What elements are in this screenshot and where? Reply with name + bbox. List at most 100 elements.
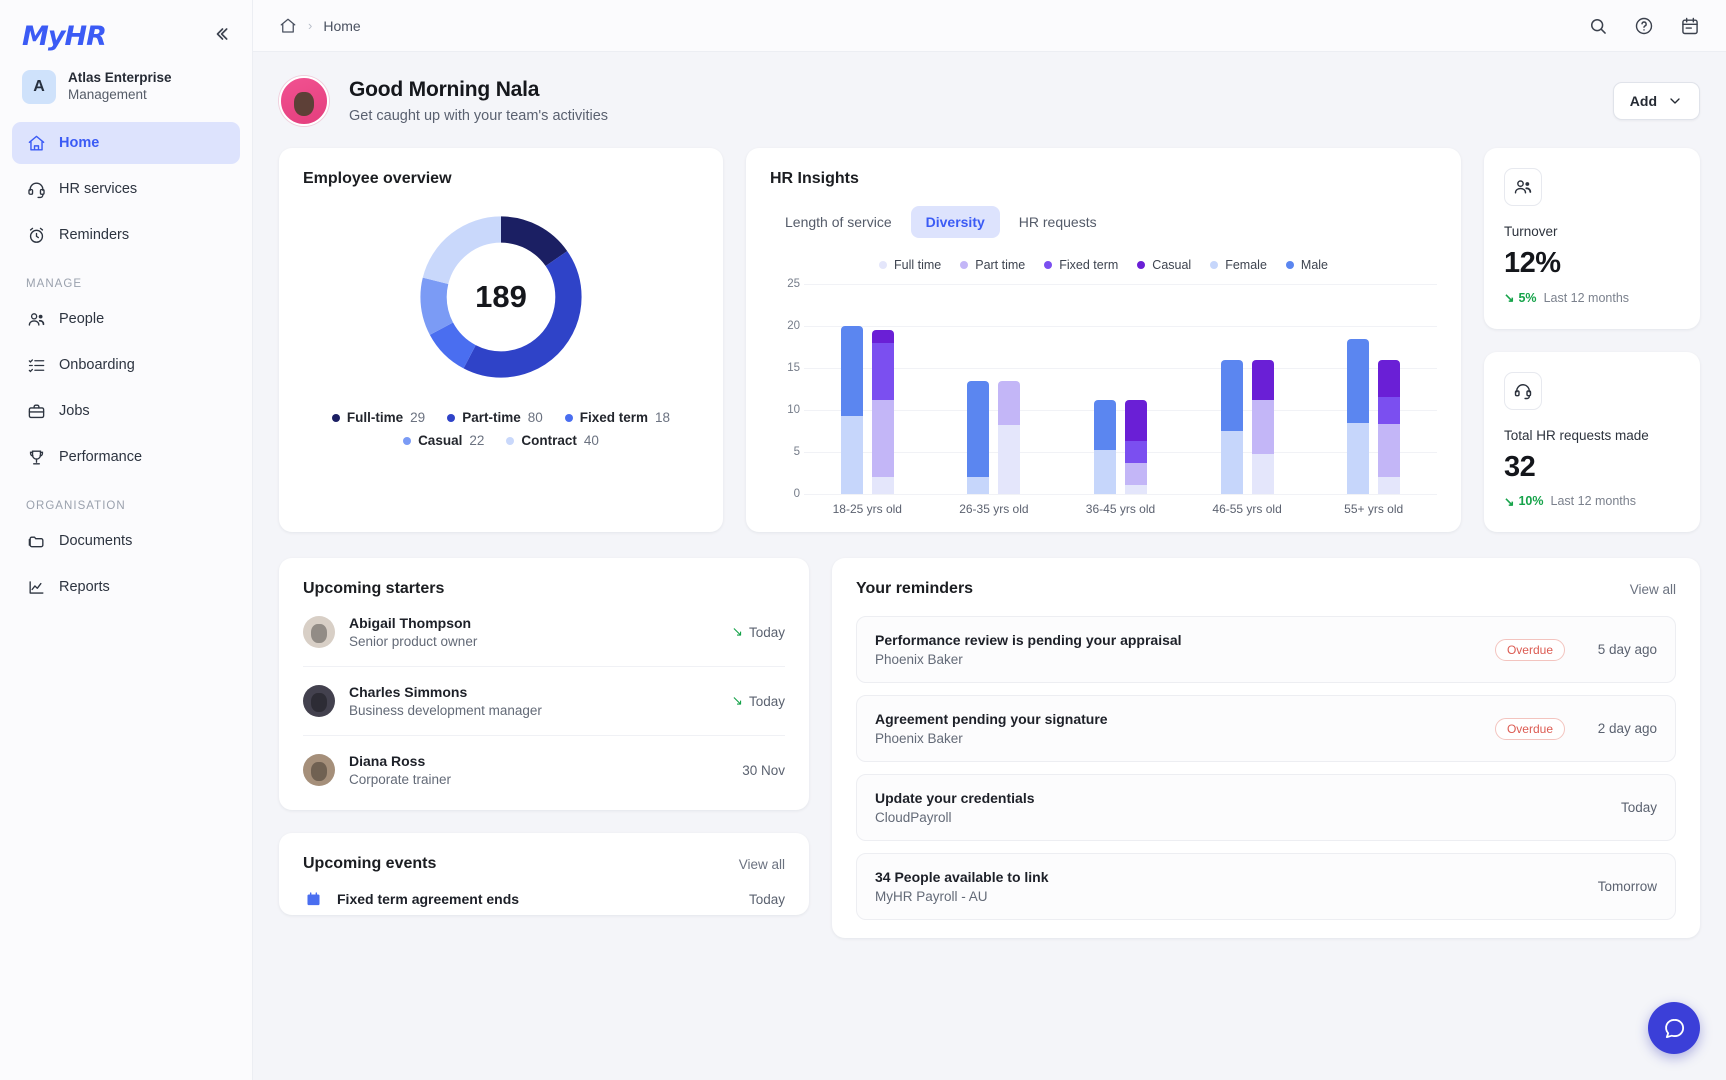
kpi-period: Last 12 months	[1551, 494, 1636, 508]
bar[interactable]	[841, 326, 863, 494]
arrow-down-right-icon: ↘	[732, 624, 743, 640]
headset-icon	[26, 179, 46, 199]
reminder-text: 34 People available to linkMyHR Payroll …	[875, 869, 1049, 904]
reminder-title: 34 People available to link	[875, 869, 1049, 885]
list-item[interactable]: Fixed term agreement ends Today	[303, 873, 785, 909]
legend-item: Part time	[960, 258, 1025, 272]
alarm-clock-icon	[26, 225, 46, 245]
org-name: Atlas Enterprise	[68, 70, 172, 87]
upcoming-starters-title: Upcoming starters	[303, 580, 444, 598]
starter-date-value: 30 Nov	[742, 763, 785, 778]
list-item[interactable]: Charles SimmonsBusiness development mana…	[303, 667, 785, 736]
employee-legend: Full-time29Part-time80Fixed term18Casual…	[303, 410, 699, 448]
bar-group	[931, 284, 1058, 494]
bar[interactable]	[998, 381, 1020, 494]
bar[interactable]	[1125, 400, 1147, 494]
bar[interactable]	[1347, 339, 1369, 494]
reminder-meta: Overdue5 day ago	[1495, 639, 1657, 661]
reminder-subtitle: Phoenix Baker	[875, 652, 1182, 667]
tab-length-of-service[interactable]: Length of service	[770, 206, 907, 238]
reminder-title: Agreement pending your signature	[875, 711, 1108, 727]
reminder-subtitle: CloudPayroll	[875, 810, 1035, 825]
upcoming-events-view-all[interactable]: View all	[739, 857, 785, 872]
tab-diversity[interactable]: Diversity	[911, 206, 1000, 238]
sidebar-group-organisation: ORGANISATION	[12, 482, 240, 520]
starter-name: Diana Ross	[349, 753, 451, 769]
dashboard-row-bottom: Upcoming starters Abigail ThompsonSenior…	[279, 558, 1700, 938]
right-column: Your reminders View all Performance revi…	[832, 558, 1700, 938]
legend-label: Contract	[521, 433, 577, 448]
add-button[interactable]: Add	[1613, 82, 1700, 120]
briefcase-icon	[26, 401, 46, 421]
employee-donut-chart: 189	[412, 208, 590, 386]
sidebar-item-documents[interactable]: Documents	[12, 520, 240, 562]
bar[interactable]	[1378, 360, 1400, 494]
sidebar-group-manage: MANAGE	[12, 260, 240, 298]
upcoming-events-header: Upcoming events View all	[303, 855, 785, 873]
list-item[interactable]: Agreement pending your signature Phoenix …	[856, 695, 1676, 762]
bar-segment	[1347, 339, 1369, 423]
bar-group	[1057, 284, 1184, 494]
legend-item: Male	[1286, 258, 1328, 272]
collapse-sidebar-icon[interactable]	[210, 24, 230, 48]
chat-button[interactable]	[1648, 1002, 1700, 1054]
home-icon[interactable]	[279, 17, 297, 35]
kpi-value: 12%	[1504, 247, 1680, 280]
sidebar-item-reminders[interactable]: Reminders	[12, 214, 240, 256]
employee-overview-card: Employee overview 189 Full-time29Part-ti…	[279, 148, 723, 532]
bar-segment	[1252, 400, 1274, 454]
list-item[interactable]: Update your credentialsCloudPayrollToday	[856, 774, 1676, 841]
x-axis-labels: 18-25 yrs old26-35 yrs old36-45 yrs old4…	[804, 502, 1437, 516]
list-item[interactable]: Diana RossCorporate trainer30 Nov	[303, 736, 785, 804]
sidebar-item-reports[interactable]: Reports	[12, 566, 240, 608]
kpi-hr-requests: Total HR requests made 32 ↘ 10% Last 12 …	[1484, 352, 1700, 533]
bar[interactable]	[967, 381, 989, 494]
reminder-subtitle: Phoenix Baker	[875, 731, 1108, 746]
kpi-period: Last 12 months	[1544, 291, 1629, 305]
list-item[interactable]: 34 People available to linkMyHR Payroll …	[856, 853, 1676, 920]
starter-text: Abigail ThompsonSenior product owner	[349, 615, 477, 649]
bar-segment	[1378, 477, 1400, 494]
tab-hr-requests[interactable]: HR requests	[1004, 206, 1112, 238]
legend-value: 29	[410, 410, 425, 425]
bar-segment	[1378, 397, 1400, 425]
sidebar-item-people[interactable]: People	[12, 298, 240, 340]
upcoming-starters-list: Abigail ThompsonSenior product owner↘Tod…	[303, 598, 785, 804]
bar[interactable]	[872, 330, 894, 494]
y-axis-tick: 20	[787, 320, 800, 332]
starter-name: Charles Simmons	[349, 684, 542, 700]
sidebar-item-jobs[interactable]: Jobs	[12, 390, 240, 432]
avatar	[303, 754, 335, 786]
calendar-event-icon	[303, 889, 323, 909]
bar-segment	[1378, 424, 1400, 477]
sidebar-item-performance[interactable]: Performance	[12, 436, 240, 478]
kpi-turnover: Turnover 12% ↘ 5% Last 12 months	[1484, 148, 1700, 329]
arrow-down-right-icon: ↘	[732, 693, 743, 709]
reminders-view-all[interactable]: View all	[1630, 582, 1676, 597]
donut-center-total: 189	[412, 208, 590, 386]
kpi-delta: ↘ 5%	[1504, 290, 1537, 305]
breadcrumb-current[interactable]: Home	[323, 18, 360, 34]
search-icon[interactable]	[1588, 16, 1608, 36]
legend-dot	[447, 414, 455, 422]
legend-value: 40	[584, 433, 599, 448]
legend-label: Full time	[894, 258, 941, 272]
org-switcher[interactable]: A Atlas Enterprise Management	[0, 56, 252, 122]
bar[interactable]	[1094, 400, 1116, 494]
sidebar-item-onboarding[interactable]: Onboarding	[12, 344, 240, 386]
legend-value: 80	[528, 410, 543, 425]
legend-label: Male	[1301, 258, 1328, 272]
sidebar-item-hr-services[interactable]: HR services	[12, 168, 240, 210]
list-item[interactable]: Performance review is pending your appra…	[856, 616, 1676, 683]
legend-label: Fixed term	[580, 410, 648, 425]
main-area: › Home Good Morning Nala Get caught up w…	[253, 0, 1726, 1080]
list-item[interactable]: Abigail ThompsonSenior product owner↘Tod…	[303, 598, 785, 667]
x-axis-tick: 36-45 yrs old	[1057, 502, 1184, 516]
bar[interactable]	[1221, 360, 1243, 494]
bar[interactable]	[1252, 360, 1274, 494]
sidebar-header: MyHR	[0, 0, 252, 56]
calendar-icon[interactable]	[1680, 16, 1700, 36]
breadcrumb-separator: ›	[308, 18, 312, 33]
help-circle-icon[interactable]	[1634, 16, 1654, 36]
sidebar-item-home[interactable]: Home	[12, 122, 240, 164]
